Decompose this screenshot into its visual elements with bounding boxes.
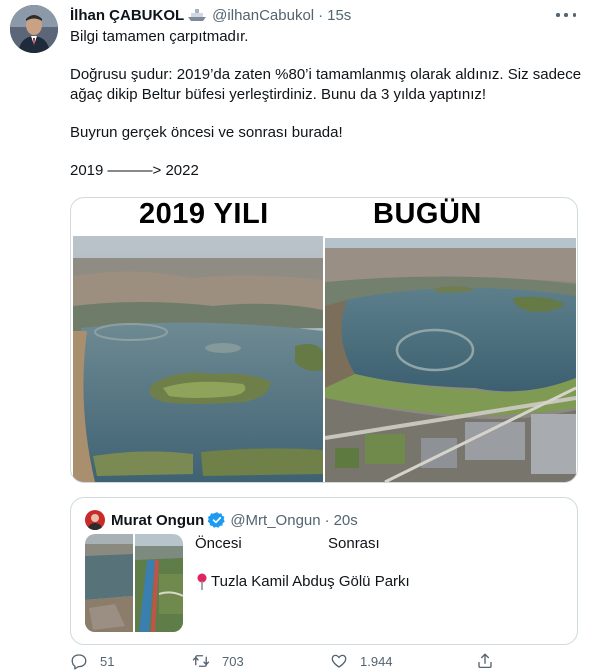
media-label-right: BUGÜN: [373, 198, 482, 230]
tweet-paragraph: Buyrun gerçek öncesi ve sonrası burada!: [70, 124, 343, 141]
tweet-actions: 51 703 1.944: [70, 652, 510, 671]
aerial-photo-2019: [73, 236, 323, 482]
media-label-left: 2019 YILI: [139, 198, 269, 230]
more-options-icon[interactable]: [556, 6, 576, 24]
quoted-text-once: Öncesi: [195, 535, 242, 552]
quoted-tweet-header: Murat Ongun @Mrt_Ongun · 20s: [111, 510, 358, 530]
heart-icon: [331, 654, 347, 668]
tweet-paragraph: Doğrusu şudur: 2019’da zaten %80’i tamam…: [70, 66, 582, 103]
quoted-location-line: Tuzla Kamil Abduş Gölü Parkı: [195, 572, 410, 592]
share-button[interactable]: [476, 652, 506, 670]
tweet-media-image[interactable]: 2019 YILI BUGÜN: [70, 197, 578, 483]
verified-badge-icon: [207, 511, 226, 529]
quoted-location-text: Tuzla Kamil Abduş Gölü Parkı: [211, 573, 410, 590]
quoted-author-handle[interactable]: @Mrt_Ongun: [230, 512, 320, 529]
reply-icon: [71, 654, 87, 670]
quoted-tweet[interactable]: Murat Ongun @Mrt_Ongun · 20s Öncesi Sonr…: [70, 497, 578, 645]
separator-dot: ·: [324, 511, 330, 529]
location-pin-icon: [195, 573, 209, 591]
reply-button[interactable]: 51: [70, 652, 114, 670]
tweet-paragraph: 2019 ———> 2022: [70, 162, 199, 179]
tweet-paragraph: Bilgi tamamen çarpıtmadır.: [70, 28, 249, 45]
tweet-text: Bilgi tamamen çarpıtmadır. Doğrusu şudur…: [70, 27, 590, 181]
author-avatar[interactable]: [10, 5, 58, 53]
quoted-author-avatar[interactable]: [85, 510, 105, 530]
like-button[interactable]: 1.944: [330, 652, 393, 670]
share-icon: [478, 653, 492, 669]
aerial-photo-today: [324, 238, 577, 482]
like-count: 1.944: [360, 653, 393, 669]
quoted-tweet-timestamp[interactable]: 20s: [334, 512, 358, 529]
retweet-count: 703: [222, 653, 244, 669]
author-display-name[interactable]: İlhan ÇABUKOL: [70, 7, 184, 24]
quoted-author-name[interactable]: Murat Ongun: [111, 512, 204, 529]
ship-emoji-icon: [188, 8, 207, 22]
separator-dot: ·: [318, 6, 324, 24]
retweet-icon: [192, 655, 210, 667]
retweet-button[interactable]: 703: [192, 652, 244, 670]
reply-count: 51: [100, 653, 115, 669]
quoted-text-sonra: Sonrası: [328, 535, 380, 552]
author-handle[interactable]: @ilhanCabukol: [212, 7, 314, 24]
tweet-timestamp[interactable]: 15s: [327, 7, 351, 24]
quoted-tweet-thumbnail[interactable]: [85, 534, 183, 632]
tweet: İlhan ÇABUKOL @ilhanCabukol · 15s Bilgi …: [0, 0, 616, 671]
tweet-header: İlhan ÇABUKOL @ilhanCabukol · 15s: [70, 5, 351, 25]
